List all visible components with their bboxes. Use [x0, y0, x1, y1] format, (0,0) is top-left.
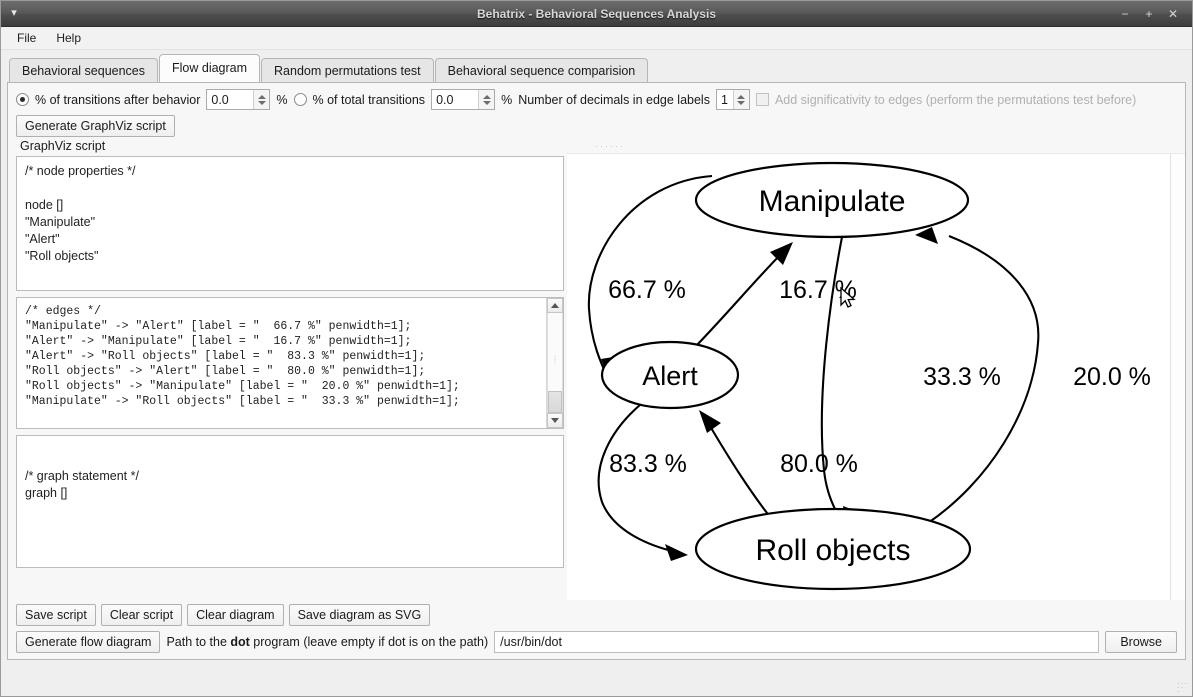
edges-editor-scrollbar[interactable]: ⋮ ⋮ [546, 298, 563, 428]
checkbox-add-significativity-label: Add significativity to edges (perform th… [774, 92, 1137, 107]
flow-diagram-canvas[interactable]: Manipulate Alert Roll objects 66.7 % 16.… [567, 154, 1170, 600]
chevron-down-icon [551, 418, 559, 423]
save-diagram-as-svg-button[interactable]: Save diagram as SVG [288, 604, 431, 626]
spinner-total-transitions[interactable] [431, 89, 496, 110]
radio-total-transitions[interactable] [293, 93, 307, 106]
edge-roll-objects-to-alert [706, 420, 779, 528]
tab-behavioral-sequences[interactable]: Behavioral sequences [9, 58, 158, 83]
percent-sign-1: % [276, 92, 288, 107]
edge-alert-to-roll-objects [597, 404, 677, 554]
status-bar: ··· ·· · [1, 666, 1192, 696]
radio-transitions-after-behavior[interactable] [16, 93, 29, 106]
flow-diagram-panel: % of transitions after behavior % % of t… [7, 82, 1186, 660]
arrowhead-roll-objects-to-alert [699, 410, 721, 433]
save-script-button[interactable]: Save script [16, 604, 96, 626]
bottom-actions: Save script Clear script Clear diagram S… [8, 600, 1185, 659]
spinner-decimals-arrows[interactable] [732, 90, 749, 109]
radio-transitions-after-behavior-label: % of transitions after behavior [35, 92, 201, 107]
scroll-down-button[interactable] [547, 413, 563, 428]
diagram-scroll-container: Manipulate Alert Roll objects 66.7 % 16.… [567, 153, 1185, 600]
diagram-vertical-scrollbar[interactable] [1170, 154, 1185, 600]
generate-graphviz-script-button[interactable]: Generate GraphViz script [16, 115, 175, 137]
window-buttons: − + ✕ [1118, 8, 1192, 20]
diagram-buttons-row: Save script Clear script Clear diagram S… [16, 604, 1177, 626]
spinner-up-icon[interactable] [482, 94, 491, 99]
window-menu-caret-icon[interactable]: ▾ [1, 8, 27, 19]
browse-button[interactable]: Browse [1105, 631, 1177, 653]
pane-splitter[interactable]: ······ [567, 139, 1185, 153]
edge-label-20-0: 20.0 % [1073, 363, 1151, 391]
spinner-transitions-after-behavior[interactable] [206, 89, 271, 110]
dot-path-label-post: program (leave empty if dot is on the pa… [249, 635, 489, 649]
spinner-decimals-input[interactable] [716, 90, 733, 109]
tab-flow-diagram[interactable]: Flow diagram [159, 54, 261, 82]
menu-item-file[interactable]: File [9, 29, 44, 47]
decimals-label: Number of decimals in edge labels [518, 92, 710, 107]
dot-path-label: Path to the dot program (leave empty if … [166, 635, 488, 649]
graph-statement-editor[interactable]: /* graph statement */ graph [] [16, 435, 564, 568]
spinner-down-icon[interactable] [482, 100, 491, 105]
clear-diagram-button[interactable]: Clear diagram [187, 604, 284, 626]
dot-path-input[interactable] [494, 631, 1100, 653]
percent-sign-2: % [501, 92, 513, 107]
main-split: GraphViz script /* node properties */ no… [8, 139, 1185, 600]
tab-random-permutations-test[interactable]: Random permutations test [261, 58, 434, 83]
options-row: % of transitions after behavior % % of t… [8, 83, 1185, 110]
chevron-up-icon [551, 303, 559, 308]
node-label-manipulate: Manipulate [759, 185, 906, 218]
edges-editor[interactable]: /* edges */ "Manipulate" -> "Alert" [lab… [16, 297, 564, 429]
spinner-down-icon[interactable] [257, 100, 266, 105]
app-window: ▾ Behatrix - Behavioral Sequences Analys… [0, 0, 1193, 697]
radio-total-transitions-label: % of total transitions [312, 92, 426, 107]
spinner-up-icon[interactable] [737, 94, 746, 99]
generate-flow-diagram-button[interactable]: Generate flow diagram [16, 631, 161, 653]
generate-script-row: Generate GraphViz script [8, 110, 1185, 139]
node-properties-editor[interactable]: /* node properties */ node [] "Manipulat… [16, 156, 564, 291]
arrowhead-alert-to-roll-objects [665, 544, 688, 561]
menu-item-help[interactable]: Help [48, 29, 89, 47]
edge-label-80-0: 80.0 % [780, 450, 858, 478]
edge-label-33-3: 33.3 % [923, 363, 1001, 391]
graph-statement-text[interactable]: /* graph statement */ graph [] [17, 436, 563, 567]
node-properties-text[interactable]: /* node properties */ node [] "Manipulat… [17, 157, 563, 290]
edge-label-66-7: 66.7 % [608, 276, 686, 304]
resize-grip-icon[interactable]: ··· ·· · [1177, 680, 1189, 696]
tab-behavioral-sequence-comparision[interactable]: Behavioral sequence comparision [434, 58, 649, 83]
window-title: Behatrix - Behavioral Sequences Analysis [477, 6, 716, 21]
tab-bar: Behavioral sequences Flow diagram Random… [1, 50, 1192, 83]
scrollbar-thumb[interactable] [548, 391, 562, 413]
clear-script-button[interactable]: Clear script [100, 604, 183, 626]
dot-path-label-bold: dot [230, 635, 250, 649]
node-label-roll-objects: Roll objects [755, 534, 910, 567]
spinner-up-icon[interactable] [257, 94, 266, 99]
spinner-down-icon[interactable] [737, 100, 746, 105]
spinner-total-arrows[interactable] [478, 90, 495, 109]
checkbox-add-significativity[interactable] [755, 93, 769, 106]
flow-diagram-svg: Manipulate Alert Roll objects 66.7 % 16.… [587, 161, 1151, 591]
scrollbar-track[interactable]: ⋮ ⋮ [547, 313, 563, 413]
graphviz-script-label: GraphViz script [20, 139, 106, 153]
minimize-button[interactable]: − [1118, 8, 1132, 20]
dot-path-row: Generate flow diagram Path to the dot pr… [16, 631, 1177, 653]
edges-text[interactable]: /* edges */ "Manipulate" -> "Alert" [lab… [17, 298, 545, 428]
script-pane: GraphViz script /* node properties */ no… [8, 139, 564, 600]
splitter-dots-icon: ······ [595, 141, 625, 151]
diagram-pane: ······ Manipulate Alert Roll objects 66.… [567, 139, 1185, 600]
scroll-up-button[interactable] [547, 298, 563, 313]
spinner-after-behavior-arrows[interactable] [253, 90, 270, 109]
spinner-decimals[interactable] [715, 89, 750, 110]
spinner-total-input[interactable] [432, 90, 479, 109]
edge-alert-to-manipulate [695, 250, 785, 347]
title-bar: ▾ Behatrix - Behavioral Sequences Analys… [1, 1, 1192, 27]
menu-bar: File Help [1, 27, 1192, 50]
node-label-alert: Alert [642, 361, 698, 391]
scrollbar-dots-icon: ⋮ ⋮ [551, 355, 559, 366]
maximize-button[interactable]: + [1142, 8, 1156, 20]
dot-path-label-pre: Path to the [166, 635, 231, 649]
edge-label-83-3: 83.3 % [609, 450, 687, 478]
close-button[interactable]: ✕ [1166, 8, 1180, 20]
spinner-after-behavior-input[interactable] [207, 90, 254, 109]
